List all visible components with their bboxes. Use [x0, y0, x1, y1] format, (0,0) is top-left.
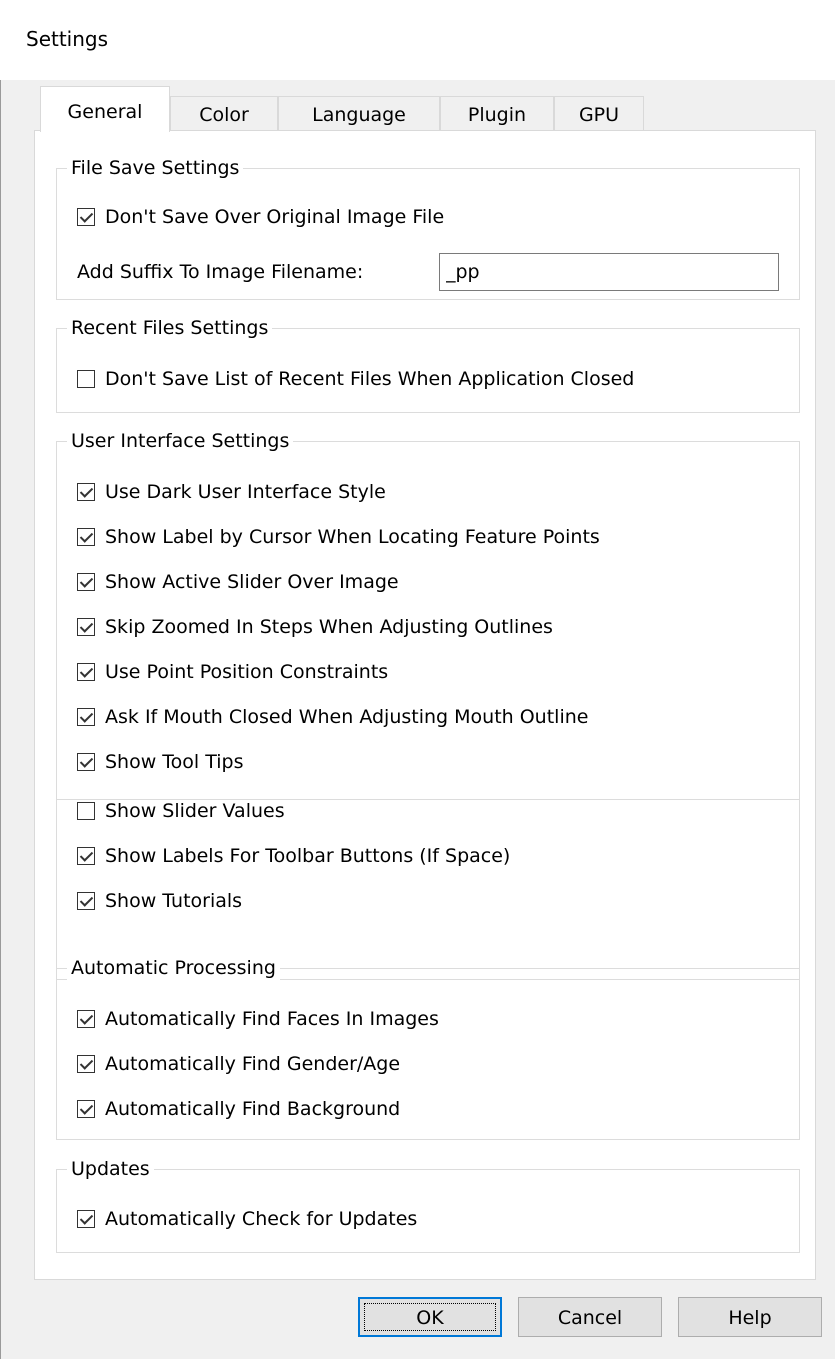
checkbox-box[interactable] [77, 1100, 95, 1118]
ui-option-checkbox[interactable]: Show Labels For Toolbar Buttons (If Spac… [77, 842, 510, 870]
checkbox-label: Ask If Mouth Closed When Adjusting Mouth… [105, 706, 589, 728]
focus-rect [364, 1303, 496, 1331]
checkbox-label: Automatically Find Faces In Images [105, 1008, 439, 1030]
ui-option-checkbox[interactable]: Show Tutorials [77, 887, 242, 915]
checkbox-label: Skip Zoomed In Steps When Adjusting Outl… [105, 616, 553, 638]
checkbox-label: Show Active Slider Over Image [105, 571, 399, 593]
suffix-input[interactable] [439, 253, 779, 291]
checkbox-box[interactable] [77, 528, 95, 546]
settings-dialog: Settings General Color Language Plugin G… [0, 0, 835, 1359]
checkbox-box[interactable] [77, 573, 95, 591]
suffix-row: Add Suffix To Image Filename: [77, 258, 363, 286]
check-updates-checkbox[interactable]: Automatically Check for Updates [77, 1205, 417, 1233]
help-button[interactable]: Help [678, 1297, 822, 1337]
window-border [0, 80, 1, 1359]
checkbox-box[interactable] [77, 1210, 95, 1228]
general-tab-panel: File Save Settings Don't Save Over Origi… [34, 130, 816, 1280]
ui-option-checkbox[interactable]: Skip Zoomed In Steps When Adjusting Outl… [77, 613, 553, 641]
auto-processing-checkbox[interactable]: Automatically Find Background [77, 1095, 400, 1123]
group-title: User Interface Settings [67, 428, 294, 454]
checkbox-label: Don't Save Over Original Image File [105, 206, 445, 228]
tab-color[interactable]: Color [170, 96, 278, 130]
recent-files-settings-group: Recent Files Settings Don't Save List of… [56, 315, 800, 413]
checkbox-box[interactable] [77, 618, 95, 636]
suffix-label: Add Suffix To Image Filename: [77, 261, 364, 283]
checkbox-label: Show Slider Values [105, 800, 285, 822]
auto-processing-checkbox[interactable]: Automatically Find Gender/Age [77, 1050, 400, 1078]
automatic-processing-group: Automatic Processing Automatically Find … [56, 955, 800, 1140]
group-title: Automatic Processing [67, 955, 280, 981]
checkbox-label: Automatically Find Gender/Age [105, 1053, 401, 1075]
checkbox-label: Don't Save List of Recent Files When App… [105, 368, 635, 390]
checkbox-label: Use Dark User Interface Style [105, 481, 386, 503]
dont-save-recent-list-checkbox[interactable]: Don't Save List of Recent Files When App… [77, 365, 634, 393]
group-title: Updates [67, 1156, 154, 1182]
checkbox-label: Automatically Check for Updates [105, 1208, 418, 1230]
ui-option-checkbox[interactable]: Show Label by Cursor When Locating Featu… [77, 523, 600, 551]
tab-gpu[interactable]: GPU [554, 96, 644, 130]
user-interface-settings-group-cont: Show Slider Values Show Labels For Toolb… [56, 800, 800, 980]
checkbox-box[interactable] [77, 892, 95, 910]
checkbox-box[interactable] [77, 1010, 95, 1028]
checkbox-box[interactable] [77, 483, 95, 501]
ok-button[interactable]: OK [358, 1297, 502, 1337]
checkbox-box[interactable] [77, 708, 95, 726]
title-bar[interactable]: Settings [0, 0, 835, 80]
checkbox-label: Show Tutorials [105, 890, 243, 912]
checkbox-box[interactable] [77, 663, 95, 681]
auto-processing-checkbox[interactable]: Automatically Find Faces In Images [77, 1005, 439, 1033]
group-title: File Save Settings [67, 155, 244, 181]
cancel-button[interactable]: Cancel [518, 1297, 662, 1337]
checkbox-box[interactable] [77, 370, 95, 388]
updates-group: Updates Automatically Check for Updates [56, 1156, 800, 1253]
checkbox-label: Automatically Find Background [105, 1098, 401, 1120]
tab-general[interactable]: General [40, 86, 170, 132]
checkbox-box[interactable] [77, 1055, 95, 1073]
checkbox-box[interactable] [77, 847, 95, 865]
file-save-settings-group: File Save Settings Don't Save Over Origi… [56, 155, 800, 300]
checkbox-box[interactable] [77, 802, 95, 820]
checkbox-label: Show Tool Tips [105, 751, 244, 773]
user-interface-settings-group: User Interface Settings Use Dark User In… [56, 428, 800, 800]
checkbox-label: Show Labels For Toolbar Buttons (If Spac… [105, 845, 511, 867]
ui-option-checkbox[interactable]: Use Dark User Interface Style [77, 478, 386, 506]
dont-save-over-checkbox[interactable]: Don't Save Over Original Image File [77, 203, 444, 231]
checkbox-box[interactable] [77, 208, 95, 226]
tab-language[interactable]: Language [278, 96, 440, 130]
checkbox-label: Show Label by Cursor When Locating Featu… [105, 526, 600, 548]
checkbox-label: Use Point Position Constraints [105, 661, 389, 683]
ui-option-checkbox[interactable]: Ask If Mouth Closed When Adjusting Mouth… [77, 703, 588, 731]
group-title: Recent Files Settings [67, 315, 273, 341]
checkbox-box[interactable] [77, 753, 95, 771]
window-title: Settings [26, 27, 109, 51]
ui-option-checkbox[interactable]: Use Point Position Constraints [77, 658, 388, 686]
ui-option-checkbox[interactable]: Show Tool Tips [77, 748, 244, 776]
ui-option-checkbox[interactable]: Show Active Slider Over Image [77, 568, 399, 596]
tab-plugin[interactable]: Plugin [440, 96, 554, 130]
ui-option-checkbox[interactable]: Show Slider Values [77, 797, 285, 825]
